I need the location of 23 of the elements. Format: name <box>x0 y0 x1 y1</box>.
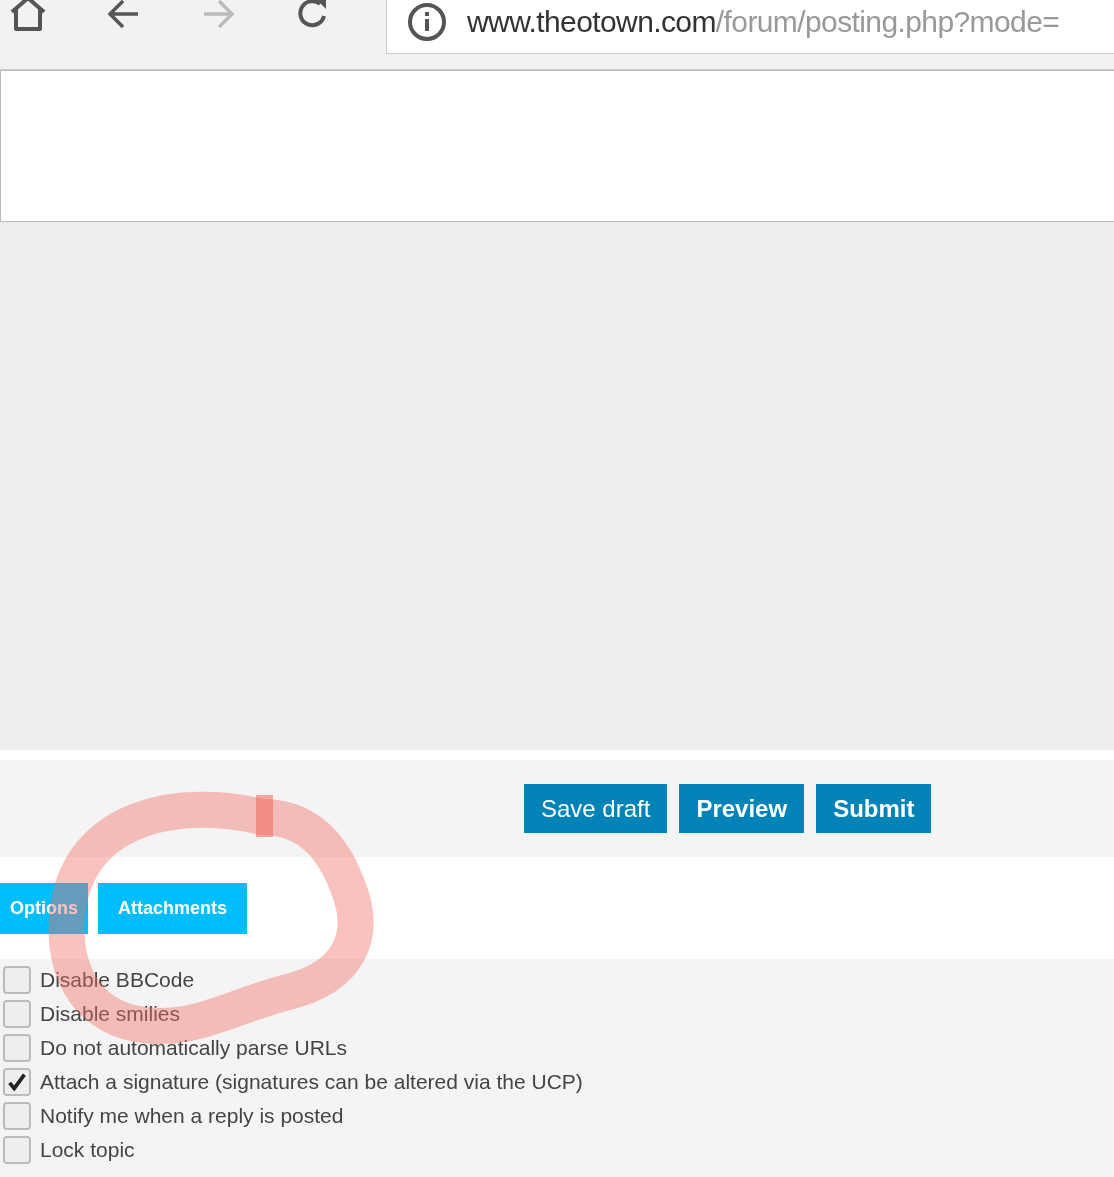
option-label: Do not automatically parse URLs <box>40 1036 347 1060</box>
url-host: www.theotown.com <box>467 5 716 39</box>
option-label: Disable BBCode <box>40 968 195 992</box>
checkbox[interactable] <box>3 1136 31 1164</box>
option-label: Notify me when a reply is posted <box>40 1104 344 1128</box>
tab[interactable]: Options <box>0 882 88 934</box>
checkbox[interactable] <box>3 966 31 994</box>
action-button[interactable]: Preview <box>679 784 805 833</box>
option-label: Lock topic <box>40 1138 135 1162</box>
info-icon[interactable] <box>407 2 447 42</box>
checkbox[interactable] <box>3 1068 31 1096</box>
action-button[interactable]: Submit <box>816 784 932 833</box>
option-label: Attach a signature (signatures can be altered via the UCP) <box>40 1070 583 1094</box>
address-bar[interactable]: www.theotown.com/forum/posting.php?mode= <box>386 0 1114 54</box>
url-path: /forum/posting.php?mode= <box>715 5 1060 39</box>
tab[interactable]: Attachments <box>98 882 248 934</box>
home-icon[interactable] <box>8 0 48 32</box>
checkbox[interactable] <box>3 1000 31 1028</box>
checkbox[interactable] <box>3 1034 31 1062</box>
message-textarea[interactable] <box>0 70 1114 222</box>
action-button[interactable]: Save draft <box>524 784 668 833</box>
checkbox[interactable] <box>3 1102 31 1130</box>
option-label: Disable smilies <box>40 1002 181 1026</box>
